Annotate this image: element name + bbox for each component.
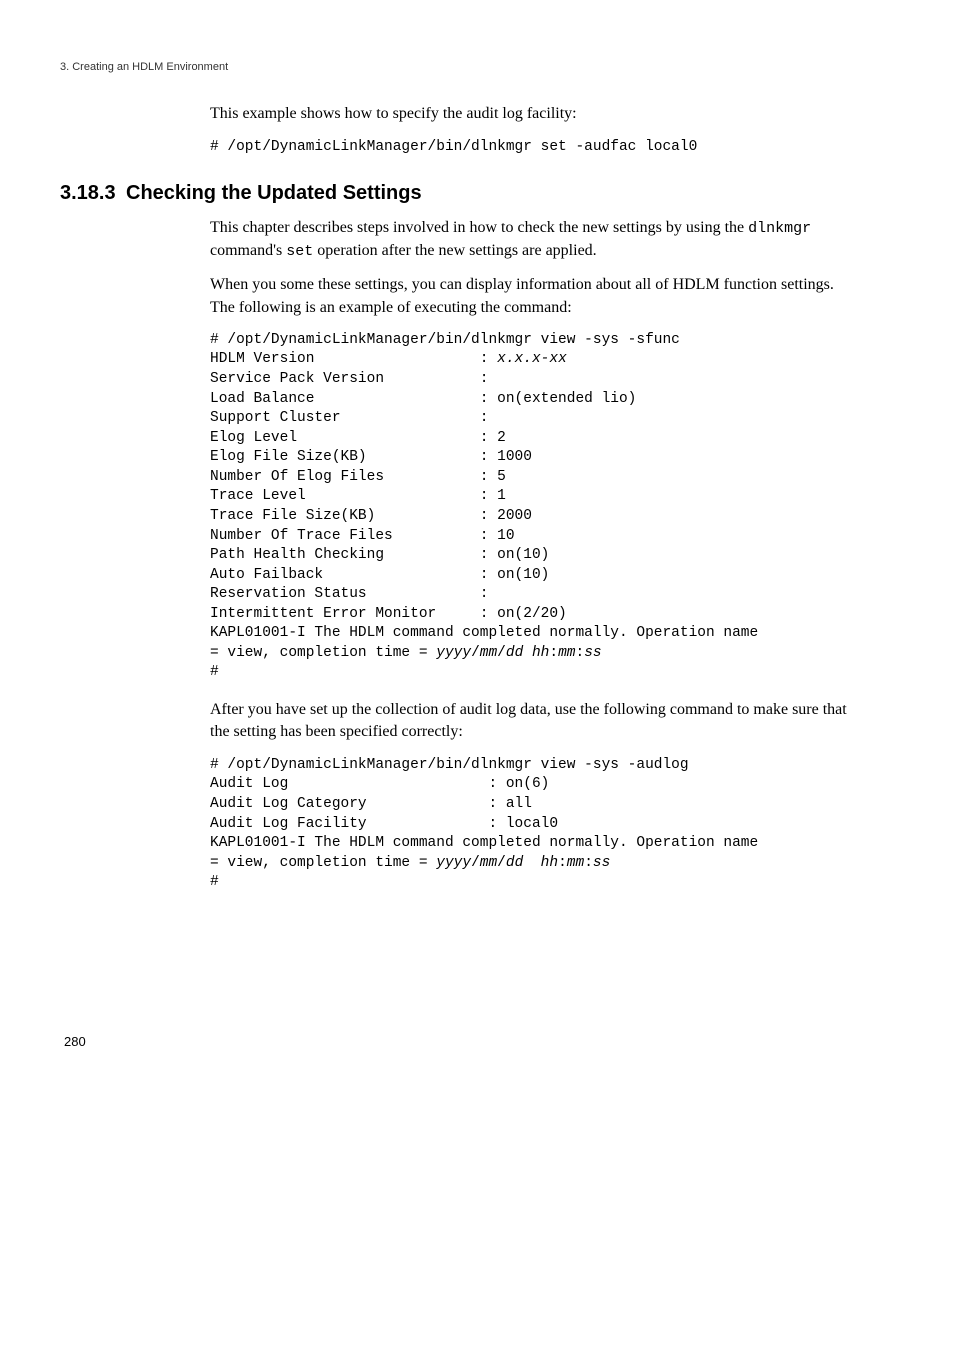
code-set-example: # /opt/DynamicLinkManager/bin/dlnkmgr se… (210, 138, 854, 158)
section-para1: This chapter describes steps involved in… (210, 217, 854, 262)
code-line: : (558, 855, 567, 871)
code-italic: x.x.x-xx (497, 351, 567, 367)
code-line: Reservation Status : (210, 586, 497, 602)
code-italic: ss (584, 645, 601, 661)
code-italic: mm (558, 645, 575, 661)
code-line: Auto Failback : on(10) (210, 567, 549, 583)
code-line: = view, completion time = (210, 855, 436, 871)
code-line: Audit Log Facility : local0 (210, 816, 558, 832)
code-italic: dd hh (506, 855, 558, 871)
code-line: : (576, 645, 585, 661)
code-line: KAPL01001-I The HDLM command completed n… (210, 835, 767, 851)
code-italic: mm (480, 645, 497, 661)
code-line: # /opt/DynamicLinkManager/bin/dlnkmgr vi… (210, 757, 689, 773)
code-line: HDLM Version : (210, 351, 497, 367)
text: operation after the new settings are app… (313, 242, 596, 259)
code-line: Support Cluster : (210, 410, 497, 426)
code-line: : (549, 645, 558, 661)
code-line: # /opt/DynamicLinkManager/bin/dlnkmgr vi… (210, 332, 680, 348)
code-line: Path Health Checking : on(10) (210, 547, 549, 563)
code-line: / (471, 855, 480, 871)
code-italic: yyyy (436, 855, 471, 871)
code-italic: yyyy (436, 645, 471, 661)
code-line: / (497, 855, 506, 871)
code-italic: mm (567, 855, 584, 871)
code-line: Intermittent Error Monitor : on(2/20) (210, 606, 567, 622)
text: command's (210, 242, 286, 259)
code-line: : (584, 855, 593, 871)
code-line: Load Balance : on(extended lio) (210, 391, 636, 407)
code-italic: ss (593, 855, 610, 871)
code-line: Number Of Trace Files : 10 (210, 528, 515, 544)
code-italic: mm (480, 855, 497, 871)
code-line: Audit Log : on(6) (210, 776, 549, 792)
code-line: # (210, 874, 219, 890)
code-line: Elog Level : 2 (210, 430, 506, 446)
code-line: Elog File Size(KB) : 1000 (210, 449, 532, 465)
code-line: Trace Level : 1 (210, 488, 506, 504)
code-line: KAPL01001-I The HDLM command completed n… (210, 625, 767, 641)
running-head: 3. Creating an HDLM Environment (60, 60, 894, 75)
section-heading: 3.18.3Checking the Updated Settings (60, 179, 894, 207)
section-number: 3.18.3 (60, 179, 126, 207)
code-line: / (497, 645, 506, 661)
code-line: Audit Log Category : all (210, 796, 532, 812)
code-view-audlog: # /opt/DynamicLinkManager/bin/dlnkmgr vi… (210, 756, 854, 893)
section-title: Checking the Updated Settings (126, 182, 422, 204)
code-line: Number Of Elog Files : 5 (210, 469, 506, 485)
code-line: = view, completion time = (210, 645, 436, 661)
code-line: Service Pack Version : (210, 371, 497, 387)
code-line: Trace File Size(KB) : 2000 (210, 508, 532, 524)
inline-code: dlnkmgr (748, 220, 811, 237)
intro-para: This example shows how to specify the au… (210, 103, 854, 125)
code-italic: dd hh (506, 645, 550, 661)
inline-code: set (286, 243, 313, 260)
section-para2: When you some these settings, you can di… (210, 274, 854, 319)
code-view-sfunc: # /opt/DynamicLinkManager/bin/dlnkmgr vi… (210, 331, 854, 683)
code-line: # (210, 664, 219, 680)
code-line: / (471, 645, 480, 661)
section-para3: After you have set up the collection of … (210, 699, 854, 744)
page-number: 280 (64, 1033, 894, 1051)
text: This chapter describes steps involved in… (210, 219, 748, 236)
